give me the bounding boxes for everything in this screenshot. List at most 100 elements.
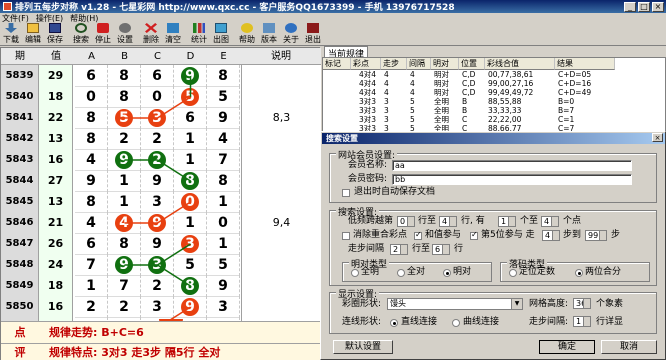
digit-cell: 0 [75,86,108,108]
sum-cell: 18 [39,86,73,108]
stop-button[interactable]: 停止 [92,23,114,45]
tab-current-rules[interactable]: 当前规律 [324,46,369,60]
duitype-radio-2[interactable] [443,269,451,277]
rules-cell: C+D=16 [558,79,592,88]
chart-button[interactable]: 出图 [210,23,232,45]
rules-col-header[interactable]: 结果 [555,58,615,70]
version-button[interactable]: 版本 [258,23,280,45]
settings-button[interactable]: 设置 [114,23,136,45]
rules-cell: 5 [410,106,415,115]
rules-col-header[interactable]: 位置 [459,58,485,70]
table-row[interactable]: 5848 24 7 9 3 5 5 [1,254,321,276]
note-cell: 9,4 [241,212,321,234]
minimize-button[interactable]: _ [624,1,636,12]
points-from-spin[interactable]: 1 [498,216,516,227]
delete-button[interactable]: 删除 [140,23,162,45]
row-have-label: 行, 有 [461,216,485,226]
duitype-radio-1[interactable] [397,269,405,277]
summary-text: 规律走势: B+C=6 [49,326,144,339]
member-pwd-input[interactable]: bb [392,174,632,185]
help-button[interactable]: 帮助 [236,23,258,45]
freq-from-spin[interactable]: 0 [397,216,415,227]
rules-row[interactable]: 4对4 4 4 明对 C,D 99,49,49,72 C+D=49 [323,88,665,97]
rules-col-header[interactable]: 走步 [381,58,407,70]
rules-row[interactable]: 4对4 4 4 明对 C,D 99,00,27,16 C+D=16 [323,79,665,88]
points-unit-label: 个点 [563,216,582,226]
points-to-spin[interactable]: 4 [541,216,559,227]
app-icon [3,2,12,11]
default-settings-button[interactable]: 默认设置 [333,340,393,354]
rules-col-header[interactable]: 彩点 [351,58,381,70]
ok-button[interactable]: 确定 [539,340,595,354]
interval-unit-label: 行 [454,244,464,254]
duitype-radio-0[interactable] [351,269,359,277]
dedupe-checkbox[interactable] [342,232,350,240]
line-label: 连线形状: [342,317,382,327]
digit-cell: 8 [75,107,108,129]
rules-col-header[interactable]: 间隔 [407,58,431,70]
digit-cell: 6 [75,65,108,87]
table-row[interactable]: 5844 27 9 1 9 8 8 [1,170,321,192]
rules-row[interactable]: 4对4 4 4 明对 C,D 00,77,38,61 C+D=05 [323,71,665,79]
table-row[interactable]: 5845 13 8 1 3 0 1 [1,191,321,213]
edit-button[interactable]: 编辑 [22,23,44,45]
exit-button[interactable]: 退出 [302,23,324,45]
table-row[interactable]: 5840 18 0 8 0 5 5 [1,86,321,108]
step-to-spin[interactable]: 99 [585,230,607,241]
lottery-grid[interactable]: 期 值 A B C D E 说明 5839 29 6 8 6 9 8 5840 18 0 8 0 5 5 5… [0,47,321,360]
rules-row[interactable]: 3对3 3 5 全明 B 33,33,33 B=7 [323,106,665,115]
table-row[interactable]: 5842 13 8 2 2 1 4 [1,128,321,150]
table-row[interactable]: 5841 22 8 5 3 6 9 8,3 [1,107,321,129]
title-bar: 排列五每步对称 v1.28 - 七星彩网 http://www.qxc.cc -… [0,0,666,13]
cancel-button[interactable]: 取消 [601,340,657,354]
height-spin[interactable]: 36 [573,298,591,309]
digit-cell: 8 [174,170,207,192]
table-row[interactable]: 5849 18 1 7 2 8 9 [1,275,321,297]
rules-row[interactable]: 3对3 3 5 全明 B 88,55,88 B=0 [323,98,665,106]
sum-checkbox[interactable] [414,230,422,240]
table-row[interactable]: 5839 29 6 8 6 9 8 [1,65,321,87]
search-button[interactable]: 搜索 [70,23,92,45]
freq-to-spin[interactable]: 4 [439,216,457,227]
shape-select[interactable]: 馒头 [387,298,523,310]
sum-label: 和值参与 [425,230,462,240]
table-row[interactable]: 5850 16 2 2 3 9 3 [1,296,321,318]
step-from-spin[interactable]: 4 [542,230,560,241]
period-cell: 5840 [1,86,39,108]
sum-cell: 16 [39,149,73,171]
digit-cell: 9 [141,170,174,192]
clear-button[interactable]: 清空 [162,23,184,45]
about-button[interactable]: 关于 [280,23,302,45]
member-name-input[interactable]: aa [392,160,632,171]
falltype-radio-1[interactable] [575,269,583,277]
interval-from-spin[interactable]: 2 [390,244,408,255]
close-button[interactable]: × [652,1,664,12]
table-row[interactable]: 5847 26 6 8 9 3 1 [1,233,321,255]
falltype-radio-0[interactable] [509,269,517,277]
digit-cell: 2 [108,128,141,150]
table-row[interactable]: 5846 21 4 4 9 1 0 9,4 [1,212,321,234]
digit-cell: 3 [141,107,174,129]
line-radio-0[interactable] [390,319,398,327]
line-radio-1[interactable] [452,319,460,327]
interval-to-spin[interactable]: 6 [432,244,450,255]
rules-cell: C+D=49 [558,88,592,97]
dialog-close-button[interactable]: × [652,133,663,142]
rules-col-header[interactable]: 标记 [323,58,351,70]
save-button[interactable]: 保存 [44,23,66,45]
step-interval-spin[interactable]: 1 [573,316,591,327]
autosave-checkbox[interactable] [342,189,350,197]
statistics-button[interactable]: 统计 [188,23,210,45]
digit-cell: 1 [174,212,207,234]
table-row[interactable]: 5843 16 4 9 2 1 7 [1,149,321,171]
rules-col-header[interactable]: 彩线合值 [485,58,555,70]
points-to-label: 个至 [520,216,539,226]
fifth-checkbox[interactable] [470,230,478,240]
rules-row[interactable]: 3对3 3 5 全明 C 22,22,00 C=1 [323,116,665,124]
red-ball: 5 [181,88,199,106]
maximize-button[interactable]: □ [638,1,650,12]
dedupe-label: 消除重合彩点 [353,230,408,240]
duitype-opt-0: 全明 [361,267,380,277]
rules-col-header[interactable]: 明对 [431,58,459,70]
download-button[interactable]: 下载 [0,23,22,45]
